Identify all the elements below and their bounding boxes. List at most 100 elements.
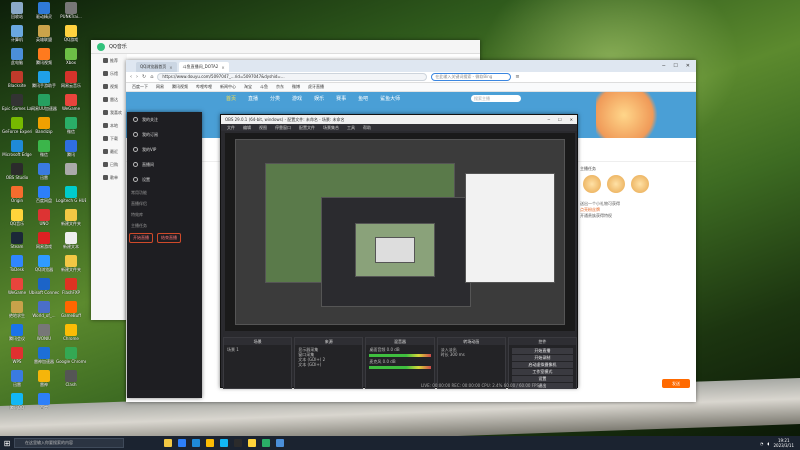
douyu-nav-item[interactable]: 分类 [270, 95, 280, 102]
desktop-icon[interactable]: 驱动精灵 [29, 2, 59, 24]
maximize-icon[interactable]: ☐ [673, 63, 677, 69]
obs-dock-line[interactable]: 文本 (GDI+) [298, 362, 359, 367]
desktop-icon[interactable]: WPS [2, 347, 32, 369]
desktop-icon[interactable]: 微信 [56, 117, 86, 139]
desktop-icon[interactable]: 新建文件夹 [56, 209, 86, 231]
desktop-icon[interactable]: World_of_... [29, 301, 59, 323]
panel-item[interactable]: 我的VIP [127, 142, 202, 157]
minimize-icon[interactable]: ─ [662, 63, 665, 69]
desktop-icon[interactable]: 计算机 [2, 25, 32, 47]
desktop-icon[interactable]: 新建文本 [56, 232, 86, 254]
sidebar-item[interactable]: 推荐 [91, 54, 127, 67]
desktop-icon[interactable]: UNO [29, 209, 59, 231]
desktop-icon[interactable]: 雷神 [29, 370, 59, 392]
desktop-icon[interactable]: Microsoft Edge [2, 140, 32, 162]
maximize-icon[interactable]: ☐ [558, 117, 562, 122]
close-window-icon[interactable]: ✕ [686, 63, 690, 69]
desktop-icon[interactable]: FlashFXP [56, 278, 86, 300]
bookmark-link[interactable]: 腾讯视频 [172, 84, 188, 90]
sidebar-item[interactable]: 本地 [91, 119, 127, 132]
volume-icon[interactable]: ◖ [767, 441, 769, 446]
taskbar-app-icon[interactable] [248, 439, 256, 447]
panel-item[interactable]: 直播间 [127, 157, 202, 172]
desktop-icon[interactable]: Xbox [56, 48, 86, 70]
taskbar-app-icon[interactable] [234, 439, 242, 447]
desktop-icon[interactable]: QQ游戏 [56, 25, 86, 47]
home-icon[interactable]: ⌂ [150, 74, 153, 80]
desktop-icon[interactable]: Epic Games Launcher [2, 94, 32, 116]
obs-menu-item[interactable]: 配置文件 [299, 125, 315, 131]
gift-icon[interactable] [583, 175, 601, 193]
taskbar-app-icon[interactable] [178, 439, 186, 447]
douyu-search-input[interactable]: 搜索主播 [471, 95, 521, 102]
desktop-icon[interactable]: Logitech G HUB [56, 186, 86, 208]
sidebar-item[interactable]: 已购 [91, 158, 127, 171]
taskbar-app-icon[interactable] [262, 439, 270, 447]
clock[interactable]: 19:21 2023/3/11 [773, 438, 794, 448]
douyu-nav-item[interactable]: 鲨鱼大师 [380, 95, 400, 102]
close-icon[interactable]: × [221, 65, 224, 70]
obs-preview[interactable] [225, 133, 575, 331]
desktop-icon[interactable]: Ubisoft Connect [29, 278, 59, 300]
desktop-icon[interactable]: PUNKTrai... [56, 2, 86, 24]
tab-douyu[interactable]: 斗鱼直播间_DOTA2 × [178, 62, 229, 72]
obs-control-button[interactable]: 工作室模式 [511, 369, 574, 375]
sidebar-item[interactable]: 雷达 [91, 93, 127, 106]
obs-menu-item[interactable]: 帮助 [363, 125, 371, 131]
desktop-icon[interactable]: 绝地求生 [2, 301, 32, 323]
desktop-icon[interactable]: Origin [2, 186, 32, 208]
desktop-icon[interactable]: OBS Studio [2, 163, 32, 185]
desktop-icon[interactable]: 百度网盘 [29, 186, 59, 208]
obs-menu-item[interactable]: 工具 [347, 125, 355, 131]
desktop-icon[interactable]: WONIU [29, 324, 59, 346]
panel-item[interactable]: 我的关注 [127, 112, 202, 127]
bookmark-link[interactable]: 京东 [276, 84, 284, 90]
desktop-icon[interactable]: 回收站 [2, 2, 32, 24]
desktop-icon[interactable]: GameBuff [56, 301, 86, 323]
close-icon[interactable]: × [169, 65, 172, 70]
menu-icon[interactable]: ≡ [515, 74, 519, 80]
desktop-icon[interactable]: QQ音乐 [2, 209, 32, 231]
search-input[interactable]: 在此输入关键词搜索 - 微软Bing [431, 73, 512, 81]
desktop-icon[interactable]: 英雄联盟 [29, 25, 59, 47]
desktop-icon[interactable]: 网易游戏 [29, 232, 59, 254]
taskbar-app-icon[interactable] [192, 439, 200, 447]
douyu-nav-item[interactable]: 首页 [226, 95, 236, 102]
desktop-icon[interactable]: Bandizip [29, 117, 59, 139]
minimize-icon[interactable]: ─ [548, 117, 550, 122]
back-icon[interactable]: ‹ [130, 74, 132, 80]
desktop-icon[interactable]: 百度 [29, 393, 59, 415]
douyu-nav-item[interactable]: 游戏 [292, 95, 302, 102]
desktop-icon[interactable]: 腾讯QQ [2, 393, 32, 415]
obs-dock-line[interactable]: 麦克风 0.0 dB [369, 359, 430, 364]
obs-menu-item[interactable]: 文件 [227, 125, 235, 131]
refresh-icon[interactable]: ↻ [142, 74, 146, 80]
bookmark-link[interactable]: 百度一下 [132, 84, 148, 90]
taskbar-search-input[interactable]: 在这里输入你要搜索的内容 [14, 438, 124, 448]
taskbar-app-icon[interactable] [276, 439, 284, 447]
desktop-icon[interactable]: 新建文件夹 [56, 255, 86, 277]
sidebar-item[interactable]: 视频 [91, 80, 127, 93]
douyu-nav-item[interactable]: 鱼吧 [358, 95, 368, 102]
obs-dock-line[interactable]: 场景 1 [227, 347, 288, 352]
url-input[interactable]: https://www.douyu.com/5097047_...rid=509… [157, 73, 428, 81]
desktop-icon[interactable]: 迅雷 [29, 163, 59, 185]
desktop-icon[interactable]: Steam [2, 232, 32, 254]
send-button[interactable]: 发送 [662, 379, 690, 388]
bookmark-link[interactable]: 哔哩哔哩 [196, 84, 212, 90]
obs-control-button[interactable]: 开始直播 [511, 348, 574, 354]
panel-item[interactable]: 设置 [127, 172, 202, 187]
desktop-icon[interactable]: Clash [56, 370, 86, 392]
douyu-nav-item[interactable]: 直播 [248, 95, 258, 102]
obs-dock-line[interactable]: 时长 300 ms [441, 352, 502, 357]
sidebar-item[interactable]: 乐馆 [91, 67, 127, 80]
bookmark-link[interactable]: 微博 [292, 84, 300, 90]
taskbar-app-icon[interactable] [164, 439, 172, 447]
sidebar-item[interactable]: 最近 [91, 145, 127, 158]
desktop-icon[interactable]: QQ浏览器 [29, 255, 59, 277]
close-window-icon[interactable]: ✕ [570, 117, 573, 122]
obs-menu-item[interactable]: 场景集合 [323, 125, 339, 131]
obs-menu-item[interactable]: 停靠窗口 [275, 125, 291, 131]
obs-control-button[interactable]: 开始录制 [511, 355, 574, 361]
panel-button[interactable]: 结束直播 [157, 233, 181, 243]
